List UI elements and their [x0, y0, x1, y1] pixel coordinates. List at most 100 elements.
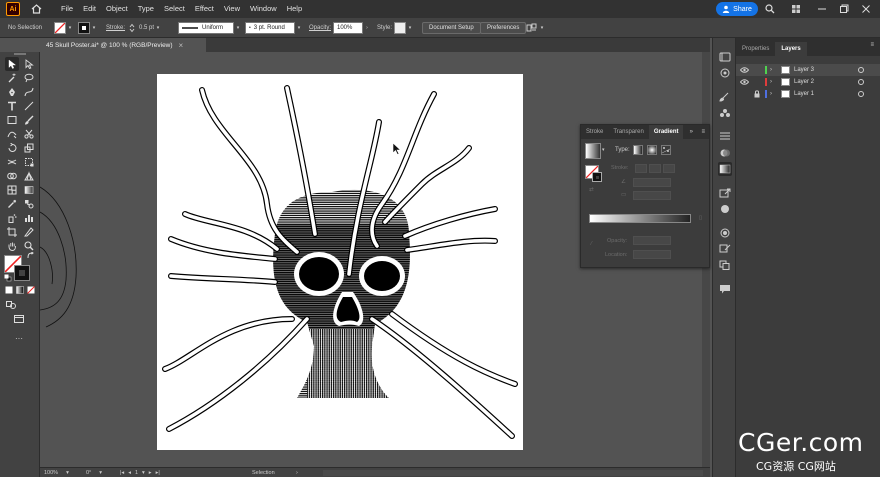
- gradient-panel-icon[interactable]: [718, 162, 732, 176]
- selection-tool-icon[interactable]: [5, 57, 19, 71]
- screen-mode-icon[interactable]: [13, 314, 25, 324]
- style-swatch[interactable]: [394, 22, 406, 34]
- layer-target-icon[interactable]: [858, 91, 864, 97]
- first-artboard-icon[interactable]: |◂: [120, 470, 124, 476]
- appearance-icon[interactable]: [718, 202, 732, 216]
- align-icon[interactable]: [718, 130, 732, 144]
- libraries-icon[interactable]: [718, 50, 732, 64]
- chevron-down-icon[interactable]: ▾: [406, 22, 414, 34]
- stroke-swatch[interactable]: [78, 22, 90, 34]
- chevron-down-icon[interactable]: ▾: [66, 22, 74, 34]
- menu-object[interactable]: Object: [101, 0, 133, 18]
- chevron-down-icon[interactable]: ›: [363, 22, 371, 34]
- menu-effect[interactable]: Effect: [190, 0, 219, 18]
- layer-name[interactable]: Layer 3: [794, 64, 814, 76]
- panel-menu-icon[interactable]: ≡: [870, 42, 874, 48]
- shape-builder-tool-icon[interactable]: [5, 169, 19, 183]
- stroke-color-control[interactable]: ▾: [78, 21, 98, 35]
- artboard[interactable]: [157, 74, 523, 450]
- radial-gradient-icon[interactable]: [647, 145, 657, 155]
- share-button[interactable]: Share: [716, 2, 758, 16]
- brushes-icon[interactable]: [718, 90, 732, 104]
- search-icon[interactable]: [764, 3, 776, 15]
- type-tool-icon[interactable]: [5, 99, 19, 113]
- arrange-icon[interactable]: ▾: [526, 21, 546, 35]
- fill-control[interactable]: ▾: [54, 21, 74, 35]
- direct-selection-tool-icon[interactable]: [22, 57, 36, 71]
- preferences-button[interactable]: Preferences: [480, 22, 527, 34]
- menu-edit[interactable]: Edit: [78, 0, 101, 18]
- column-graph-tool-icon[interactable]: [22, 211, 36, 225]
- layer-row[interactable]: › Layer 2: [736, 76, 880, 88]
- rectangle-tool-icon[interactable]: [5, 113, 19, 127]
- rotation-value[interactable]: 0°: [86, 470, 91, 476]
- comments-icon[interactable]: [718, 282, 732, 296]
- stepper-icon[interactable]: [129, 23, 135, 33]
- rotation-control[interactable]: 0° ▾: [86, 469, 102, 477]
- panel-menu-icon[interactable]: ≡: [701, 125, 705, 139]
- chevron-right-icon[interactable]: ›: [770, 64, 772, 76]
- restore-icon[interactable]: [838, 3, 850, 15]
- collapse-panel-icon[interactable]: »: [690, 125, 693, 139]
- tab-layers[interactable]: Layers: [775, 42, 807, 56]
- layer-name[interactable]: Layer 1: [794, 88, 814, 100]
- artboard-number[interactable]: 1: [135, 470, 138, 476]
- stroke-label[interactable]: Stroke:: [106, 21, 125, 35]
- curvature-tool-icon[interactable]: [22, 85, 36, 99]
- home-icon[interactable]: [28, 1, 44, 17]
- chevron-down-icon[interactable]: ▾: [154, 22, 162, 34]
- edit-toolbar-icon[interactable]: ···: [13, 334, 25, 343]
- opacity-label[interactable]: Opacity:: [309, 21, 331, 35]
- links-icon[interactable]: [718, 226, 732, 240]
- tab-gradient[interactable]: Gradient: [648, 125, 684, 139]
- chevron-down-icon[interactable]: ▾: [234, 22, 242, 34]
- chevron-right-icon[interactable]: ›: [770, 88, 772, 100]
- last-artboard-icon[interactable]: ▸|: [156, 470, 160, 476]
- brush-definition[interactable]: • 3 pt. Round ▾: [245, 21, 303, 35]
- menu-select[interactable]: Select: [159, 0, 190, 18]
- width-tool-icon[interactable]: [5, 155, 19, 169]
- swap-colors-icon[interactable]: [26, 251, 36, 261]
- menu-window[interactable]: Window: [245, 0, 282, 18]
- chevron-down-icon[interactable]: ▾: [99, 470, 102, 476]
- artboards-icon[interactable]: [718, 242, 732, 256]
- zoom-control[interactable]: 100% ▾: [44, 469, 69, 477]
- line-tool-icon[interactable]: [22, 99, 36, 113]
- stroke-weight-value[interactable]: 0.5 pt: [139, 25, 154, 31]
- opacity-field[interactable]: 100%: [333, 22, 363, 34]
- chevron-down-icon[interactable]: ▾: [66, 470, 69, 476]
- slice-tool-icon[interactable]: [22, 225, 36, 239]
- tab-properties[interactable]: Properties: [736, 42, 775, 56]
- chevron-right-icon[interactable]: ›: [770, 76, 772, 88]
- document-tab[interactable]: 45 Skull Poster.ai* @ 100 % (RGB/Preview…: [40, 38, 206, 52]
- eyedropper-tool-icon[interactable]: [5, 197, 19, 211]
- chevron-right-icon[interactable]: ›: [296, 469, 298, 477]
- lasso-tool-icon[interactable]: [22, 71, 36, 85]
- zoom-value[interactable]: 100%: [44, 470, 58, 476]
- previous-artboard-icon[interactable]: ◂: [128, 470, 131, 476]
- symbols-icon[interactable]: [718, 106, 732, 120]
- visibility-eye-icon[interactable]: [740, 67, 749, 73]
- layer-row[interactable]: › Layer 1: [736, 88, 880, 100]
- scale-tool-icon[interactable]: [22, 141, 36, 155]
- paintbrush-tool-icon[interactable]: [22, 113, 36, 127]
- close-tab-icon[interactable]: ×: [179, 41, 184, 50]
- linear-gradient-icon[interactable]: [633, 145, 643, 155]
- grip-icon[interactable]: [14, 53, 26, 55]
- close-icon[interactable]: [860, 3, 872, 15]
- draw-mode-icon[interactable]: [5, 300, 17, 310]
- free-transform-tool-icon[interactable]: [22, 155, 36, 169]
- menu-type[interactable]: Type: [133, 0, 159, 18]
- chevron-down-icon[interactable]: ▾: [142, 470, 145, 476]
- blend-tool-icon[interactable]: [22, 197, 36, 211]
- symbol-sprayer-tool-icon[interactable]: [5, 211, 19, 225]
- document-setup-button[interactable]: Document Setup: [422, 22, 481, 34]
- chevron-down-icon[interactable]: ▾: [90, 22, 98, 34]
- freeform-gradient-icon[interactable]: [661, 145, 671, 155]
- menu-help[interactable]: Help: [282, 0, 307, 18]
- transparency-icon[interactable]: [718, 146, 732, 160]
- export-icon[interactable]: [718, 186, 732, 200]
- horizontal-scrollbar[interactable]: [323, 470, 703, 476]
- layer-name[interactable]: Layer 2: [794, 76, 814, 88]
- tab-transparency[interactable]: Transparen: [608, 125, 648, 139]
